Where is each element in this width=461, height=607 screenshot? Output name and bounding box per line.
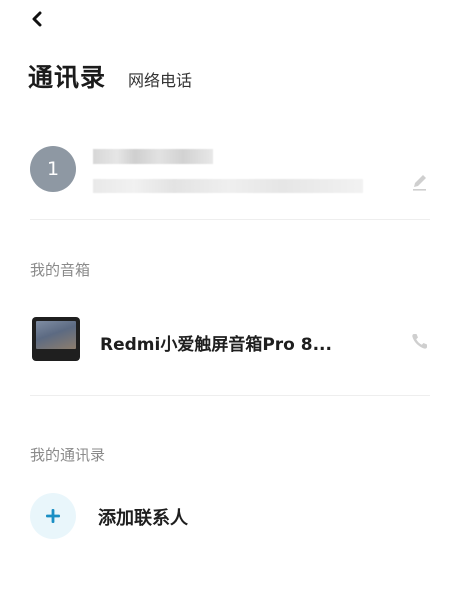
my-profile-row[interactable]: 1 bbox=[30, 146, 430, 194]
speaker-item[interactable]: Redmi小爱触屏音箱Pro 8... bbox=[30, 317, 430, 365]
pencil-icon bbox=[413, 175, 426, 191]
phone-icon bbox=[412, 334, 427, 349]
add-contact-button[interactable]: 添加联系人 bbox=[30, 493, 430, 539]
chevron-left-icon bbox=[32, 11, 42, 27]
section-label-contacts: 我的通讯录 bbox=[30, 446, 106, 464]
speaker-name: Redmi小爱触屏音箱Pro 8... bbox=[100, 335, 332, 355]
add-contact-label: 添加联系人 bbox=[98, 508, 188, 529]
speaker-thumbnail bbox=[32, 317, 80, 361]
edit-button[interactable] bbox=[410, 172, 430, 192]
divider bbox=[30, 219, 430, 220]
plus-icon bbox=[46, 509, 60, 523]
page-header: 通讯录 网络电话 bbox=[28, 58, 192, 94]
call-button[interactable] bbox=[410, 331, 430, 351]
section-label-speakers: 我的音箱 bbox=[30, 261, 91, 279]
tab-voip[interactable]: 网络电话 bbox=[128, 67, 192, 91]
page-title: 通讯录 bbox=[28, 63, 107, 92]
avatar-label: 1 bbox=[46, 158, 60, 180]
avatar: 1 bbox=[30, 146, 76, 192]
back-button[interactable] bbox=[27, 9, 47, 29]
divider bbox=[30, 395, 430, 396]
speaker-screen-image bbox=[36, 321, 76, 349]
add-contact-circle bbox=[30, 493, 76, 539]
blurred-detail bbox=[93, 179, 363, 193]
blurred-name bbox=[93, 149, 213, 164]
